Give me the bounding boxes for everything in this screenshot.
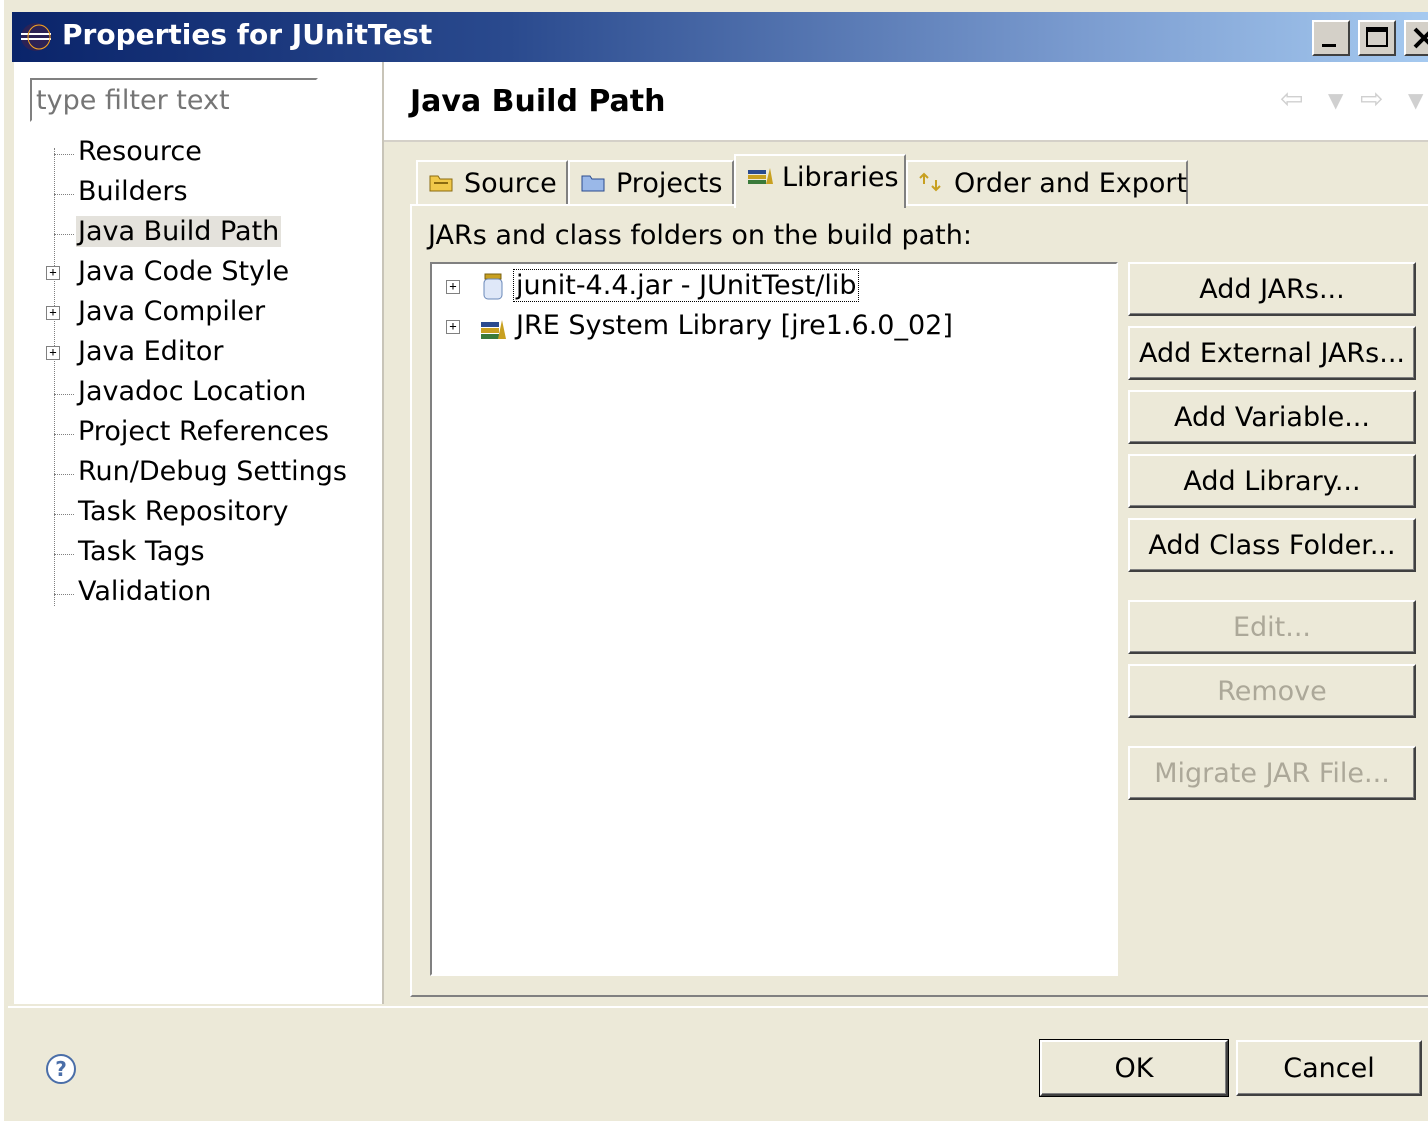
library-entry-label: junit-4.4.jar - JUnitTest/lib — [512, 269, 860, 302]
expand-icon[interactable]: + — [46, 266, 60, 280]
preferences-sidebar: Resource Builders Java Build Path + Java Cod… — [14, 62, 384, 1004]
tree-connector — [54, 194, 74, 195]
dialog-footer: ? OK Cancel — [8, 1006, 1428, 1121]
filter-input[interactable] — [30, 78, 318, 122]
libraries-panel: JARs and class folders on the build path… — [410, 204, 1428, 997]
order-export-icon — [919, 172, 941, 192]
library-entry-label: JRE System Library [jre1.6.0_02] — [516, 310, 953, 341]
tree-item-label: Builders — [78, 176, 188, 207]
maximize-icon — [1366, 27, 1388, 47]
jar-icon — [483, 273, 503, 300]
minimize-button[interactable] — [1312, 20, 1350, 56]
expand-icon[interactable]: + — [46, 346, 60, 360]
tab-order-export-label: Order and Export — [954, 168, 1188, 199]
page-header: Java Build Path ⇦ ▼ ⇨ ▼ — [384, 62, 1428, 142]
tab-projects[interactable]: Projects — [568, 160, 734, 206]
minimize-icon — [1322, 44, 1336, 47]
forward-menu-icon[interactable]: ▼ — [1408, 88, 1423, 112]
back-menu-icon[interactable]: ▼ — [1328, 88, 1343, 112]
tree-item-label: Run/Debug Settings — [78, 456, 347, 487]
cancel-button[interactable]: Cancel — [1236, 1040, 1422, 1096]
close-button[interactable] — [1404, 20, 1428, 56]
library-icon — [481, 320, 506, 339]
libraries-list[interactable]: + junit-4.4.jar - JUnitTest/lib + JRE Sy… — [430, 262, 1118, 976]
forward-arrow-icon[interactable]: ⇨ — [1360, 82, 1383, 115]
add-external-jars-button[interactable]: Add External JARs... — [1128, 326, 1416, 380]
edit-button[interactable]: Edit... — [1128, 600, 1416, 654]
tree-item-label: Java Editor — [78, 336, 224, 367]
add-variable-button[interactable]: Add Variable... — [1128, 390, 1416, 444]
migrate-jar-button[interactable]: Migrate JAR File... — [1128, 746, 1416, 800]
remove-button[interactable]: Remove — [1128, 664, 1416, 718]
expand-icon[interactable]: + — [446, 280, 460, 294]
tree-connector — [54, 434, 74, 435]
back-arrow-icon[interactable]: ⇦ — [1280, 82, 1303, 115]
tab-source-label: Source — [464, 168, 557, 199]
add-library-button[interactable]: Add Library... — [1128, 454, 1416, 508]
expand-icon[interactable]: + — [46, 306, 60, 320]
tab-libraries-label: Libraries — [782, 162, 899, 193]
close-icon — [1413, 27, 1428, 49]
tab-libraries[interactable]: Libraries — [734, 154, 906, 208]
maximize-button[interactable] — [1358, 20, 1396, 56]
page-title: Java Build Path — [410, 84, 666, 119]
add-class-folder-button[interactable]: Add Class Folder... — [1128, 518, 1416, 572]
tree-connector — [54, 554, 74, 555]
tab-source[interactable]: Source — [416, 160, 568, 206]
ok-button[interactable]: OK — [1039, 1039, 1229, 1097]
add-jars-button[interactable]: Add JARs... — [1128, 262, 1416, 316]
tree-item-label: Validation — [78, 576, 212, 607]
title-bar[interactable]: Properties for JUnitTest — [12, 12, 1428, 62]
tab-order-export[interactable]: Order and Export — [906, 160, 1188, 206]
tree-item-label: Task Repository — [78, 496, 289, 527]
tree-connector — [54, 234, 74, 235]
tree-connector — [54, 148, 55, 606]
expand-icon[interactable]: + — [446, 320, 460, 334]
eclipse-icon — [21, 23, 51, 51]
tree-connector — [54, 514, 74, 515]
tree-item-label: Javadoc Location — [78, 376, 307, 407]
projects-folder-icon — [581, 175, 605, 192]
tree-item-label: Resource — [78, 136, 202, 167]
tree-connector — [54, 154, 74, 155]
source-folder-icon — [429, 175, 453, 192]
tree-connector — [54, 394, 74, 395]
window-title: Properties for JUnitTest — [62, 18, 433, 51]
libraries-label: JARs and class folders on the build path… — [428, 220, 972, 251]
help-icon[interactable]: ? — [46, 1054, 76, 1084]
tab-projects-label: Projects — [616, 168, 723, 199]
tree-connector — [54, 474, 74, 475]
tree-item-label: Java Compiler — [78, 296, 266, 327]
properties-dialog: Properties for JUnitTest Resource Builder… — [0, 0, 1428, 1121]
tree-item-label: Java Build Path — [76, 216, 282, 247]
tree-item-label: Java Code Style — [78, 256, 290, 287]
tree-connector — [54, 594, 74, 595]
tree-item-label: Project References — [78, 416, 329, 447]
tab-folder: Source Projects Libraries Order and Expo… — [410, 152, 1428, 997]
libraries-icon — [748, 168, 773, 184]
tree-item-label: Task Tags — [78, 536, 205, 567]
